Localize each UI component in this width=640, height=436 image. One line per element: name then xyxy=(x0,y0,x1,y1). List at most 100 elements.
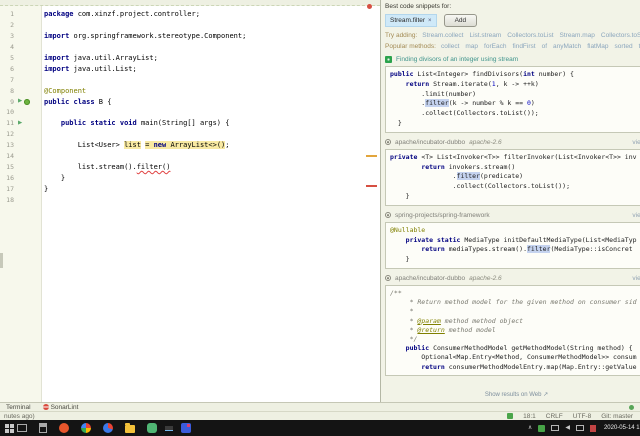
code-line: .filter(predicate) xyxy=(390,172,640,182)
notification-flag-icon[interactable] xyxy=(590,425,596,432)
music-app-icon[interactable] xyxy=(59,423,69,433)
popular-methods-row: Popular methods: collect map forEach findFir… xyxy=(385,43,640,50)
suggestion-link[interactable]: findFirst xyxy=(512,43,535,50)
spring-icon[interactable] xyxy=(24,99,30,105)
remove-tag-icon[interactable]: × xyxy=(428,18,432,24)
suggestion-link[interactable]: flatMap xyxy=(587,43,608,50)
tool-window-stripe-button[interactable] xyxy=(0,253,3,268)
editor-line: 3import org.springframework.stereotype.C… xyxy=(0,31,380,42)
volume-tray-icon[interactable]: ◀ xyxy=(565,425,570,431)
editor-lines: 1 package com.xinzf.project.controller; 23… xyxy=(0,0,380,205)
view-more-link[interactable]: view more xyxy=(632,212,640,219)
wechat-icon[interactable] xyxy=(147,423,157,433)
view-more-link[interactable]: view more xyxy=(632,139,640,146)
snippet-code-block: /** * Return method model for the given … xyxy=(385,285,640,376)
code-editor[interactable]: 1 package com.xinzf.project.controller; 23… xyxy=(0,0,380,402)
repository-name[interactable]: apache/incubator-dubbo xyxy=(395,275,465,282)
code-line: * Return method model for the given meth… xyxy=(390,298,640,307)
editor-code-text: package com.xinzf.project.controller; xyxy=(41,10,200,18)
line-number: 7 xyxy=(0,76,14,84)
snippet-title[interactable]: Finding divisors of an integer using str… xyxy=(396,56,518,63)
code-line: private static MediaType initDefaultMedi… xyxy=(390,236,640,246)
suggestion-link[interactable]: Collectors.toSet xyxy=(601,32,640,39)
system-tray: ∧ ◀ 2020-05-14 17:2 xyxy=(528,425,640,432)
editor-code-text: import java.util.List; xyxy=(41,65,137,73)
snippet-code-block: private <T> List<Invoker<T>> filterInvok… xyxy=(385,149,640,206)
line-number: 13 xyxy=(0,141,14,149)
task-view-icon[interactable] xyxy=(17,424,27,432)
chrome-browser-icon[interactable] xyxy=(81,423,91,433)
suggestion-link[interactable]: anyMatch xyxy=(553,43,581,50)
snippet-example-icon xyxy=(385,56,392,63)
line-number: 18 xyxy=(0,196,14,204)
suggestion-link[interactable]: Stream.map xyxy=(560,32,595,39)
file-explorer-icon[interactable] xyxy=(125,425,135,433)
status-item[interactable]: Git: master xyxy=(601,413,633,420)
status-item[interactable]: 18:1 xyxy=(523,413,536,420)
repository-license: apache-2.6 xyxy=(469,139,502,146)
status-item[interactable]: CRLF xyxy=(546,413,563,420)
code-line: } xyxy=(390,119,640,129)
suggestion-link[interactable]: Collectors.toList xyxy=(507,32,553,39)
editor-code-text: } xyxy=(41,185,48,193)
snippet-code-block: @Nullable private static MediaType initD… xyxy=(385,222,640,269)
line-number: 16 xyxy=(0,174,14,182)
repository-license: apache-2.6 xyxy=(469,275,502,282)
editor-code-text: public static void main(String[] args) { xyxy=(41,119,229,127)
code-line: .filter(k -> number % k == 0) xyxy=(390,99,640,109)
sonarlint-toolwindow-button[interactable]: SonarLint xyxy=(43,404,79,411)
event-log-icon[interactable] xyxy=(629,405,634,410)
repository-name[interactable]: apache/incubator-dubbo xyxy=(395,139,465,146)
status-message: nutes ago) xyxy=(4,413,35,420)
view-more-link[interactable]: view more xyxy=(632,275,640,282)
suggestion-link[interactable]: sorted xyxy=(615,43,633,50)
security-tray-icon[interactable] xyxy=(538,425,545,432)
network-tray-icon[interactable] xyxy=(551,425,559,431)
run-icon[interactable]: ▶ xyxy=(18,121,22,127)
editor-line: 11▶ public static void main(String[] arg… xyxy=(0,118,380,129)
show-results-on-web-link[interactable]: Show results on Web ↗ xyxy=(485,392,548,398)
active-app-highlight xyxy=(165,426,173,431)
calculator-icon[interactable] xyxy=(39,423,47,433)
terminal-toolwindow-button[interactable]: Terminal xyxy=(6,404,31,411)
browser-icon[interactable] xyxy=(103,423,113,433)
editor-code-text: import org.springframework.stereotype.Co… xyxy=(41,32,246,40)
suggestion-link[interactable]: collect xyxy=(441,43,459,50)
popular-methods-label: Popular methods: xyxy=(385,43,436,50)
taskbar-clock[interactable]: 2020-05-14 17:2 xyxy=(604,425,640,431)
line-number: 1 xyxy=(0,10,14,18)
error-stripe-mark[interactable] xyxy=(366,185,377,187)
panel-title: Best code snippets for: xyxy=(385,3,640,10)
suggestion-link[interactable]: Stream.collect xyxy=(422,32,463,39)
try-adding-links: Stream.collect List.stream Collectors.toLi… xyxy=(422,32,640,39)
snippet-repo-row: apache/incubator-dubbo apache-2.6 view m… xyxy=(385,138,640,147)
ime-tray-icon[interactable] xyxy=(576,425,584,431)
warning-stripe-mark[interactable] xyxy=(366,155,377,157)
add-button[interactable]: Add xyxy=(444,14,478,27)
line-number: 10 xyxy=(0,108,14,116)
inspection-error-icon[interactable] xyxy=(367,4,372,9)
code-line: * @param method method object xyxy=(390,317,640,326)
filter-tag[interactable]: Stream.filter × xyxy=(385,14,437,27)
line-number: 8 xyxy=(0,87,14,95)
repository-name[interactable]: spring-projects/spring-framework xyxy=(395,212,490,219)
run-icon[interactable]: ▶ xyxy=(18,99,22,105)
suggestion-link[interactable]: of xyxy=(542,43,547,50)
suggestion-link[interactable]: forEach xyxy=(484,43,506,50)
status-item[interactable]: UTF-8 xyxy=(573,413,591,420)
line-number: 15 xyxy=(0,163,14,171)
start-button-icon[interactable] xyxy=(5,424,14,433)
editor-line: 2 xyxy=(0,20,380,31)
suggestion-link[interactable]: map xyxy=(465,43,478,50)
background-task-icon[interactable] xyxy=(507,413,513,419)
editor-line: 1 package com.xinzf.project.controller; xyxy=(0,9,380,20)
code-line: } xyxy=(390,192,640,202)
ide-icon[interactable] xyxy=(181,423,191,433)
suggestion-link[interactable]: List.stream xyxy=(469,32,501,39)
code-line: */ xyxy=(390,335,640,344)
tray-expand-icon[interactable]: ∧ xyxy=(528,425,532,431)
editor-line: 18 xyxy=(0,194,380,205)
windows-taskbar: ∧ ◀ 2020-05-14 17:2 xyxy=(0,420,640,436)
try-adding-label: Try adding: xyxy=(385,32,417,39)
line-number: 12 xyxy=(0,130,14,138)
